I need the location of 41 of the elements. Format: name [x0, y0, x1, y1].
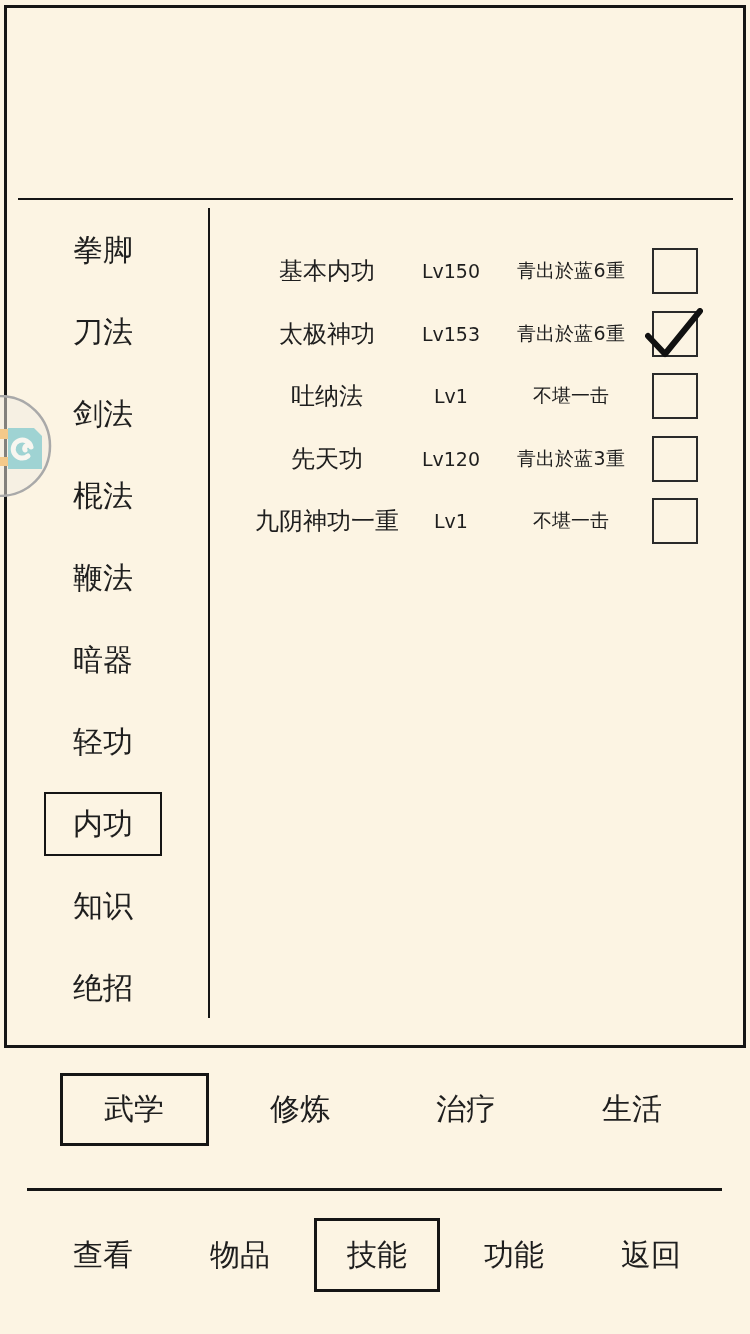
skill-name: 吐纳法: [290, 381, 364, 413]
skill-rank: 青出於蓝3重: [516, 445, 626, 471]
skill-rank: 不堪一击: [532, 508, 610, 534]
category-tab[interactable]: 知识: [44, 874, 162, 938]
category-tab[interactable]: 轻功: [44, 710, 162, 774]
check-icon: [645, 307, 703, 358]
skill-rank: 青出於蓝6重: [516, 258, 626, 284]
category-tab[interactable]: 鞭法: [44, 546, 162, 610]
nav-tab[interactable]: 返回: [587, 1218, 714, 1292]
floating-assist-icon[interactable]: [0, 395, 52, 497]
sub-tab[interactable]: 治疗: [391, 1073, 541, 1146]
nav-tab[interactable]: 技能: [313, 1218, 440, 1292]
skill-level: Lv150: [420, 260, 482, 283]
skill-checkbox[interactable]: [652, 248, 698, 295]
skill-rank: 不堪一击: [532, 383, 610, 409]
skill-name: 基本内功: [278, 256, 376, 288]
sub-tab[interactable]: 武学: [59, 1073, 209, 1146]
skill-checkbox[interactable]: [652, 373, 698, 420]
sub-tab[interactable]: 修炼: [225, 1073, 375, 1146]
sub-tab[interactable]: 生活: [557, 1073, 707, 1146]
nav-tab[interactable]: 查看: [39, 1218, 166, 1292]
skill-level: Lv1: [433, 510, 469, 533]
skill-checkbox[interactable]: [652, 435, 698, 482]
category-tab[interactable]: 拳脚: [44, 218, 162, 282]
category-tab[interactable]: 刀法: [44, 300, 162, 364]
nav-tab[interactable]: 物品: [176, 1218, 303, 1292]
skill-level: Lv1: [433, 385, 469, 408]
category-tab[interactable]: 绝招: [44, 956, 162, 1020]
skill-name: 太极神功: [278, 318, 376, 350]
skill-name: 九阴神功一重: [254, 506, 400, 538]
category-tab[interactable]: 剑法: [44, 382, 162, 446]
skill-checkbox[interactable]: [652, 310, 698, 357]
category-tab[interactable]: 暗器: [44, 628, 162, 692]
category-tab[interactable]: 内功: [44, 792, 162, 856]
skill-level: Lv153: [420, 322, 482, 345]
nav-tab[interactable]: 功能: [450, 1218, 577, 1292]
skill-name: 先天功: [290, 443, 364, 475]
skill-level: Lv120: [420, 447, 482, 470]
skill-rank: 青出於蓝6重: [516, 320, 626, 346]
category-tab[interactable]: 棍法: [44, 464, 162, 528]
skill-checkbox[interactable]: [652, 498, 698, 545]
